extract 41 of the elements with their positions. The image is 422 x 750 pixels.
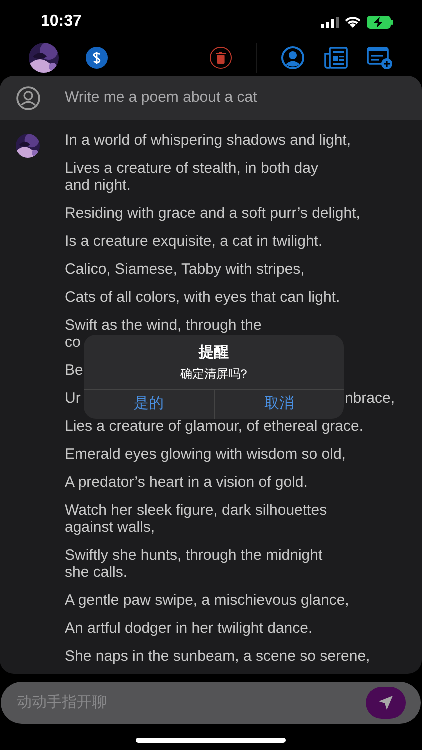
- coin-button[interactable]: [86, 46, 108, 68]
- poem-line: A predator’s heart in a vision of gold.: [65, 474, 309, 491]
- trash-icon: [216, 52, 226, 64]
- status-time: 10:37: [41, 12, 82, 32]
- poem-line: Watch her sleek figure, dark silhouettes against walls,: [65, 502, 328, 536]
- poem-line: Be: [65, 362, 84, 379]
- poem-line: She naps in the sunbeam, a scene so serene,: [65, 648, 372, 665]
- poem-line: A gentle paw swipe, a mischievous glance,: [65, 592, 350, 609]
- user-icon: [16, 86, 41, 110]
- poem-line: Lies a creature of glamour, of ethereal grace.: [65, 418, 365, 435]
- battery-charging-icon: [367, 16, 394, 28]
- profile-button[interactable]: [281, 46, 305, 70]
- signal-icon: [321, 16, 339, 28]
- newspaper-icon: [324, 46, 348, 68]
- user-circle-icon: [281, 46, 305, 70]
- send-button[interactable]: [366, 687, 406, 719]
- poem-line: co: [65, 334, 81, 351]
- wifi-icon: [345, 16, 361, 28]
- dollar-icon: [92, 50, 102, 64]
- dialog-button[interactable]: 取消: [214, 390, 344, 418]
- poem-line: In a world of whispering shadows and light,: [65, 132, 352, 149]
- dialog-message: 确定清屏吗?: [180, 366, 248, 382]
- poem-line: nbrace,: [344, 390, 395, 407]
- dialog-button[interactable]: 是的: [84, 390, 214, 418]
- poem-line: Swiftly she hunts, through the midnight she calls.: [65, 547, 324, 581]
- card-plus-icon: [367, 46, 393, 70]
- poem-line: An artful dodger in her twilight dance.: [65, 620, 314, 637]
- poem-line: Ur: [65, 390, 81, 407]
- poem-line: Emerald eyes glowing with wisdom so old,: [65, 446, 347, 463]
- poem-line: Is a creature exquisite, a cat in twilight.: [65, 233, 324, 250]
- poem-line: Residing with grace and a soft purr’s delight,: [65, 205, 362, 222]
- delete-button[interactable]: [210, 46, 232, 68]
- prompt-text: Write me a poem about a cat: [65, 88, 258, 108]
- dialog-title: 提醒: [199, 343, 229, 363]
- poem-line: Calico, Siamese, Tabby with stripes,: [65, 261, 306, 278]
- news-button[interactable]: [324, 46, 348, 68]
- poem-line: Cats of all colors, with eyes that can light.: [65, 289, 342, 306]
- new-chat-button[interactable]: [367, 46, 393, 70]
- poem-line: Swift as the wind, through the: [65, 317, 262, 334]
- poem-line: Lives a creature of stealth, in both day and night.: [65, 160, 320, 194]
- send-icon: [378, 695, 394, 711]
